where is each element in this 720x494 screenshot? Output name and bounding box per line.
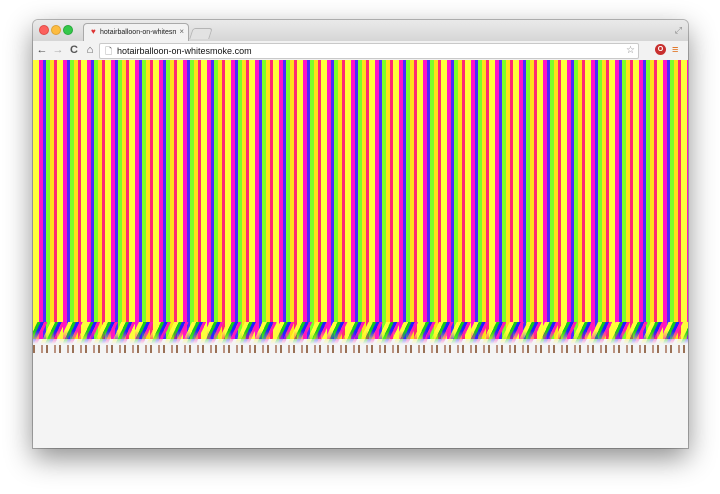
balloon-baskets-row xyxy=(33,345,688,353)
page-content xyxy=(33,60,688,448)
balloon-pattern-image xyxy=(33,60,688,339)
balloon-pattern-fringe xyxy=(33,322,688,344)
maximize-window-button[interactable] xyxy=(63,25,73,35)
forward-button[interactable]: → xyxy=(52,43,64,57)
close-window-button[interactable] xyxy=(39,25,49,35)
new-tab-button[interactable] xyxy=(189,28,213,39)
address-bar[interactable]: 🗋 hotairballoon-on-whitesmoke.com ☆ xyxy=(99,43,639,59)
title-bar: ♥ hotairballoon-on-whitesmoke.com × ⤢ xyxy=(33,20,688,41)
toolbar: ← → C ⌂ 🗋 hotairballoon-on-whitesmoke.co… xyxy=(33,41,688,61)
balloon-favicon-icon: ♥ xyxy=(91,27,96,36)
fullscreen-icon[interactable]: ⤢ xyxy=(675,24,682,36)
minimize-window-button[interactable] xyxy=(51,25,61,35)
browser-window: ♥ hotairballoon-on-whitesmoke.com × ⤢ ← … xyxy=(33,20,688,448)
close-tab-icon[interactable]: × xyxy=(179,27,184,37)
reload-button[interactable]: C xyxy=(68,43,80,57)
back-button[interactable]: ← xyxy=(36,43,48,57)
menu-icon[interactable]: ≡ xyxy=(672,43,678,57)
page-icon: 🗋 xyxy=(105,46,113,56)
url-text[interactable]: hotairballoon-on-whitesmoke.com xyxy=(117,45,252,57)
tab-active[interactable]: ♥ hotairballoon-on-whitesmoke.com × xyxy=(83,23,189,41)
home-button[interactable]: ⌂ xyxy=(84,43,96,57)
bookmark-star-icon[interactable]: ☆ xyxy=(626,44,635,57)
tab-title: hotairballoon-on-whitesmoke.com xyxy=(100,29,176,36)
extension-icon[interactable]: O xyxy=(655,44,666,55)
